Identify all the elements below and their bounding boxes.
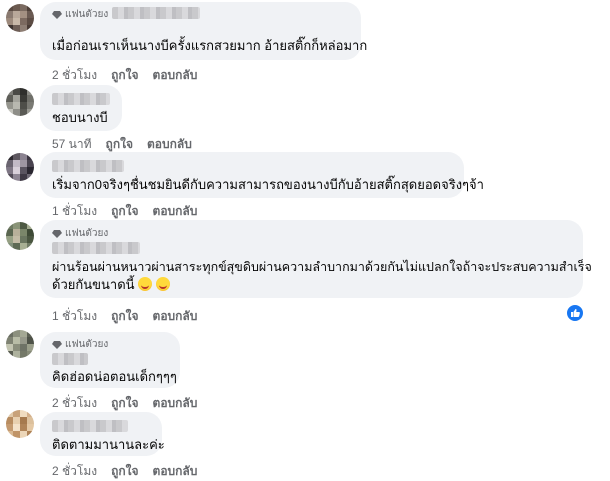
- comment: แฟนตัวยง ผ่านร้อนผ่านหนาวผ่านสาระทุกข์สุ…: [0, 220, 610, 330]
- comment-text: ชอบนางบี: [52, 110, 108, 125]
- comment: แฟนตัวยง คิดฮ่อดน่อตอนเด็กๆๆๆ 2 ชั่วโมง …: [0, 330, 610, 410]
- comment-timestamp[interactable]: 2 ชั่วโมง: [52, 66, 97, 85]
- comment-actions: 2 ชั่วโมง ถูกใจ ตอบกลับ: [52, 462, 197, 481]
- avatar[interactable]: [6, 4, 34, 32]
- avatar[interactable]: [6, 410, 34, 438]
- diamond-icon: [52, 10, 62, 19]
- commenter-name[interactable]: [112, 7, 200, 19]
- comment-text: ติดตามมานานละค่ะ: [52, 437, 165, 452]
- diamond-icon: [52, 229, 62, 238]
- comment-actions: 1 ชั่วโมง ถูกใจ ตอบกลับ: [52, 202, 197, 221]
- reply-link[interactable]: ตอบกลับ: [153, 307, 198, 326]
- avatar[interactable]: [6, 153, 34, 181]
- top-fan-badge: แฟนตัวยง: [52, 226, 108, 241]
- like-link[interactable]: ถูกใจ: [111, 202, 138, 221]
- comment-timestamp[interactable]: 1 ชั่วโมง: [52, 202, 97, 221]
- comment-timestamp[interactable]: 2 ชั่วโมง: [52, 462, 97, 481]
- comment: ชอบนางบี 57 นาที ถูกใจ ตอบกลับ: [0, 85, 610, 155]
- badge-label: แฟนตัวยง: [65, 9, 109, 20]
- commenter-name[interactable]: [52, 420, 128, 432]
- top-fan-badge: แฟนตัวยง: [52, 7, 108, 22]
- comment-actions: 2 ชั่วโมง ถูกใจ ตอบกลับ: [52, 66, 197, 85]
- comment-timestamp[interactable]: 1 ชั่วโมง: [52, 307, 97, 326]
- comment-bubble: ชอบนางบี: [40, 85, 122, 131]
- like-link[interactable]: ถูกใจ: [111, 307, 138, 326]
- heart-eyes-emoji-icon: [138, 277, 153, 291]
- top-fan-badge: แฟนตัวยง: [52, 337, 108, 352]
- comment-actions: 1 ชั่วโมง ถูกใจ ตอบกลับ: [52, 307, 197, 326]
- commenter-name[interactable]: [52, 160, 124, 172]
- comment-bubble: แฟนตัวยง เมื่อก่อนเราเห็นนางบีครั้งแรกสว…: [40, 2, 367, 60]
- comment-text-line-1: ผ่านร้อนผ่านหนาวผ่านสาระทุกข์สุขดิบผ่านค…: [52, 260, 592, 274]
- avatar[interactable]: [6, 222, 34, 250]
- comment: แฟนตัวยง เมื่อก่อนเราเห็นนางบีครั้งแรกสว…: [0, 0, 610, 85]
- heart-eyes-emoji-icon: [155, 277, 170, 291]
- reply-link[interactable]: ตอบกลับ: [153, 462, 198, 481]
- like-reaction-icon[interactable]: [566, 304, 584, 322]
- like-link[interactable]: ถูกใจ: [111, 66, 138, 85]
- reply-link[interactable]: ตอบกลับ: [153, 66, 198, 85]
- thumbs-up-icon: [571, 309, 580, 317]
- comment: เริ่มจาก0จริงๆชื่นชมยินดีกับความสามารถขอ…: [0, 150, 610, 220]
- badge-label: แฟนตัวยง: [65, 339, 109, 350]
- comment-text: คิดฮ่อดน่อตอนเด็กๆๆๆ: [52, 369, 177, 384]
- comment: ติดตามมานานละค่ะ 2 ชั่วโมง ถูกใจ ตอบกลับ: [0, 408, 610, 479]
- comment-text: เริ่มจาก0จริงๆชื่นชมยินดีกับความสามารถขอ…: [52, 177, 484, 192]
- comment-bubble: แฟนตัวยง คิดฮ่อดน่อตอนเด็กๆๆๆ: [40, 332, 180, 388]
- avatar[interactable]: [6, 330, 34, 358]
- avatar[interactable]: [6, 88, 34, 116]
- diamond-icon: [52, 340, 62, 349]
- comment-bubble: เริ่มจาก0จริงๆชื่นชมยินดีกับความสามารถขอ…: [40, 152, 484, 198]
- comment-text-line-2-label: ด้วยกันขนาดนี้: [52, 277, 135, 292]
- comment-text: เมื่อก่อนเราเห็นนางบีครั้งแรกสวยมาก อ้าย…: [52, 38, 368, 53]
- badge-label: แฟนตัวยง: [65, 228, 109, 239]
- comment-bubble: ติดตามมานานละค่ะ: [40, 412, 165, 456]
- comment-bubble: แฟนตัวยง ผ่านร้อนผ่านหนาวผ่านสาระทุกข์สุ…: [40, 220, 592, 298]
- like-link[interactable]: ถูกใจ: [111, 462, 138, 481]
- commenter-name[interactable]: [52, 93, 110, 105]
- reply-link[interactable]: ตอบกลับ: [153, 202, 198, 221]
- comment-text-line-2: ด้วยกันขนาดนี้: [52, 276, 170, 294]
- commenter-name[interactable]: [52, 242, 140, 254]
- commenter-name[interactable]: [52, 353, 88, 365]
